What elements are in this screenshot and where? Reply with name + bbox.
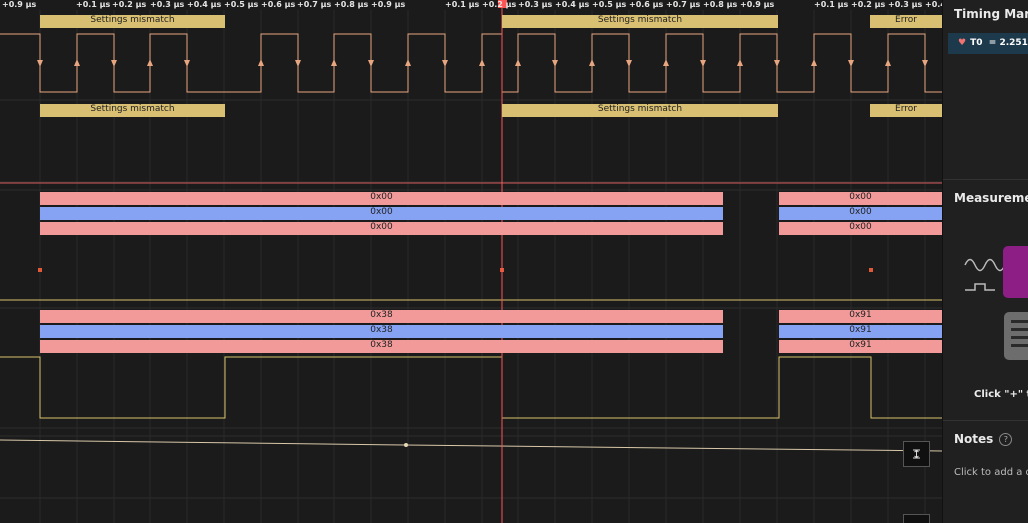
edge-arrow-icon <box>479 59 485 66</box>
bus-a-data-label[interactable]: 0x00 <box>40 222 723 235</box>
frame-label-settings-mismatch[interactable]: Settings mismatch <box>40 104 225 117</box>
time-tick-label: +0.8 µs <box>703 0 738 9</box>
clock-waveform <box>0 33 942 93</box>
measurements-hint: Click "+" to <box>974 389 1028 400</box>
bus-a-data-label[interactable]: 0x00 <box>40 192 723 205</box>
frame-label-settings-mismatch[interactable]: Settings mismatch <box>502 104 778 117</box>
edge-arrow-icon <box>515 59 521 66</box>
time-tick-label: +0.4 µs <box>187 0 222 9</box>
edge-arrow-icon <box>111 60 117 67</box>
edge-arrow-icon <box>147 59 153 66</box>
waveform-area[interactable]: +0.9 µs +0.1 µs +0.2 µs +0.3 µs +0.4 µs +0.5 … <box>0 0 942 523</box>
timing-markers-title: Timing Marker <box>954 7 1028 21</box>
bus-b-data-label[interactable]: 0x91 <box>779 325 942 338</box>
marker-name: T0 <box>970 38 983 48</box>
waveform-canvas <box>0 0 942 523</box>
sample-marker <box>869 268 873 272</box>
panel-divider <box>943 179 1028 180</box>
notes-title-text: Notes <box>954 432 994 446</box>
edge-arrow-icon <box>700 60 706 67</box>
edge-arrow-icon <box>442 60 448 67</box>
bus-b-data-label[interactable]: 0x91 <box>779 340 942 353</box>
edge-arrow-icon <box>184 60 190 67</box>
edge-arrow-icon <box>258 59 264 66</box>
sample-marker <box>38 268 42 272</box>
frame-label-error[interactable]: Error <box>870 15 942 28</box>
edge-arrow-icon <box>663 59 669 66</box>
edge-arrow-icon <box>331 59 337 66</box>
expand-height-button[interactable] <box>903 441 930 467</box>
time-tick-label: +0.6 µs <box>261 0 296 9</box>
channel-settings-button[interactable] <box>903 514 930 523</box>
measurements-title: Measurements <box>954 191 1028 205</box>
frame-label-settings-mismatch[interactable]: Settings mismatch <box>502 15 778 28</box>
time-tick-label: +0.8 µs <box>334 0 369 9</box>
bus-b-data-label[interactable]: 0x91 <box>779 310 942 323</box>
edge-arrow-icon <box>37 60 43 67</box>
help-icon[interactable]: ? <box>999 433 1013 446</box>
digital-waveform <box>0 356 942 419</box>
marker-pin-icon: ♥ <box>958 38 967 48</box>
time-tick-label: +0.4 <box>925 0 942 9</box>
panel-divider <box>943 420 1028 421</box>
edge-arrow-icon <box>774 60 780 67</box>
time-tick-label: +0.2 µs <box>851 0 886 9</box>
time-tick-label: +0.1 µs <box>445 0 480 9</box>
time-tick-label: +0.4 µs <box>555 0 590 9</box>
bus-a-data-label[interactable]: 0x00 <box>40 207 723 220</box>
time-tick-label: +0.1 µs <box>76 0 111 9</box>
frame-label-error[interactable]: Error <box>870 104 942 117</box>
marker-value: = 2.251 µ <box>988 38 1028 48</box>
measurements-illustration-icon <box>964 246 1028 360</box>
edge-arrow-icon <box>626 60 632 67</box>
time-tick-label: +0.9 µs <box>740 0 775 9</box>
edge-arrow-icon <box>737 59 743 66</box>
time-tick-label: +0.7 µs <box>666 0 701 9</box>
bus-a-data-label[interactable]: 0x00 <box>779 192 942 205</box>
bus-b-data-label[interactable]: 0x38 <box>40 340 723 353</box>
edge-arrow-icon <box>552 60 558 67</box>
timing-marker-t0[interactable]: ♥T0 = 2.251 µ <box>948 33 1028 54</box>
time-tick-label: +0.3 µs <box>888 0 923 9</box>
notes-input[interactable]: Click to add a de <box>954 467 1028 478</box>
edge-arrow-icon <box>74 59 80 66</box>
notes-title: Notes? <box>954 432 1013 446</box>
edge-arrow-icon <box>885 59 891 66</box>
bus-a-data-label[interactable]: 0x00 <box>779 222 942 235</box>
edge-arrow-icon <box>368 60 374 67</box>
edge-arrow-icon <box>405 59 411 66</box>
time-tick-label: +0.2 µs <box>482 0 517 9</box>
time-tick-label: +0.7 µs <box>297 0 332 9</box>
sample-point <box>404 443 408 447</box>
time-tick-label: +0.5 µs <box>224 0 259 9</box>
edge-arrow-icon <box>848 60 854 67</box>
edge-arrow-icon <box>295 60 301 67</box>
bus-b-data-label[interactable]: 0x38 <box>40 325 723 338</box>
time-tick-label: +0.3 µs <box>518 0 553 9</box>
edge-arrow-icon <box>589 59 595 66</box>
time-tick-label: +0.2 µs <box>112 0 147 9</box>
edge-arrow-icon <box>922 60 928 67</box>
side-panel: Timing Marker ♥T0 = 2.251 µ Measurements… <box>942 0 1028 523</box>
time-tick-label: +0.6 µs <box>629 0 664 9</box>
time-tick-label: +0.5 µs <box>592 0 627 9</box>
time-tick-label: +0.1 µs <box>814 0 849 9</box>
time-tick-label: +0.9 µs <box>2 0 37 9</box>
time-tick-label: +0.3 µs <box>150 0 185 9</box>
analog-waveform <box>0 439 942 452</box>
expand-vertical-icon <box>913 449 920 459</box>
edge-arrow-icon <box>811 59 817 66</box>
bus-b-data-label[interactable]: 0x38 <box>40 310 723 323</box>
bus-a-data-label[interactable]: 0x00 <box>779 207 942 220</box>
time-tick-label: +0.9 µs <box>371 0 406 9</box>
frame-label-settings-mismatch[interactable]: Settings mismatch <box>40 15 225 28</box>
